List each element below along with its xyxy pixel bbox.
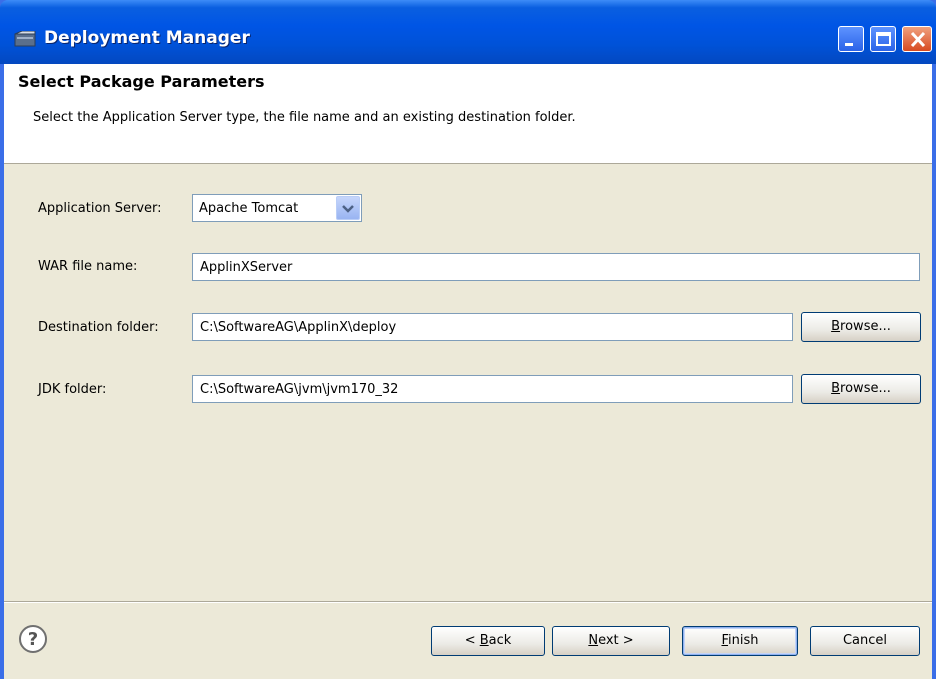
app-server-label: Application Server: — [38, 201, 162, 216]
war-file-label: WAR file name: — [38, 259, 138, 274]
svg-text:?: ? — [28, 629, 38, 650]
page-description: Select the Application Server type, the … — [33, 110, 576, 125]
dropdown-button[interactable] — [336, 196, 360, 220]
app-server-value: Apache Tomcat — [199, 201, 299, 216]
finish-button[interactable]: Finish — [682, 626, 798, 656]
deployment-manager-window: Deployment Manager Select Package Parame… — [0, 0, 936, 679]
window-app-icon — [14, 31, 36, 47]
destination-browse-button[interactable]: Browse... — [801, 312, 921, 342]
back-button[interactable]: < Back — [431, 626, 545, 656]
jdk-folder-input[interactable] — [192, 375, 793, 403]
war-file-input[interactable] — [192, 253, 920, 281]
close-icon — [910, 31, 926, 48]
wizard-header: Select Package Parameters Select the App… — [4, 64, 932, 164]
destination-folder-label: Destination folder: — [38, 320, 159, 335]
destination-folder-input[interactable] — [192, 313, 793, 341]
jdk-browse-button[interactable]: Browse... — [801, 374, 921, 404]
title-bar[interactable]: Deployment Manager — [0, 0, 936, 64]
next-button[interactable]: Next > — [552, 626, 670, 656]
minimize-button[interactable] — [838, 26, 864, 52]
app-server-select[interactable]: Apache Tomcat — [192, 194, 362, 222]
maximize-icon — [876, 32, 891, 46]
help-icon[interactable]: ? — [18, 624, 48, 654]
maximize-button[interactable] — [870, 26, 896, 52]
minimize-icon — [845, 43, 853, 46]
window-title: Deployment Manager — [44, 28, 250, 48]
close-button[interactable] — [902, 26, 932, 52]
jdk-folder-label: JDK folder: — [38, 382, 107, 397]
chevron-down-icon — [342, 205, 354, 213]
page-title: Select Package Parameters — [18, 72, 265, 91]
dialog-body: Select Package Parameters Select the App… — [4, 64, 932, 679]
footer-divider — [4, 601, 932, 603]
cancel-button[interactable]: Cancel — [810, 626, 920, 656]
